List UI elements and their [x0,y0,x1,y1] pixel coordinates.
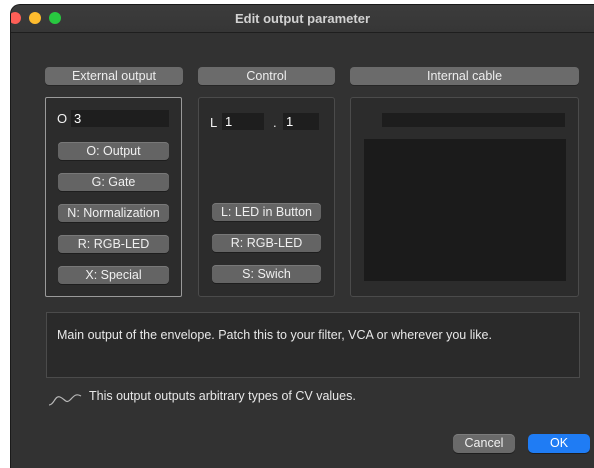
section-header-internal-cable: Internal cable [350,67,579,85]
internal-cable-name-field[interactable] [382,113,565,127]
control-rgb-led-type-button[interactable]: R: RGB-LED [212,234,321,252]
output-type-button[interactable]: O: Output [58,142,169,160]
internal-cable-list[interactable] [364,139,566,281]
description-text: Main output of the envelope. Patch this … [57,328,492,342]
control-number-value-1: 1 [225,114,233,129]
section-header-control: Control [198,67,335,85]
external-output-prefix: O [57,111,68,126]
normalization-type-button[interactable]: N: Normalization [58,204,169,222]
section-header-external-output: External output [45,67,183,85]
cancel-button[interactable]: Cancel [453,434,515,453]
dialog-window: Edit output parameter External output Co… [10,4,594,468]
special-type-button[interactable]: X: Special [58,266,169,284]
external-output-number-field[interactable]: 3 [71,110,169,127]
control-separator: . [273,115,277,130]
window-title: Edit output parameter [234,11,371,26]
control-number-value-2: 1 [286,114,294,129]
external-output-number-value: 3 [74,111,82,126]
control-prefix: L [210,115,218,130]
control-number-field-1[interactable]: 1 [222,113,264,130]
ok-button[interactable]: OK [528,434,590,453]
control-number-field-2[interactable]: 1 [283,113,319,130]
gate-type-button[interactable]: G: Gate [58,173,169,191]
led-in-button-type-button[interactable]: L: LED in Button [212,203,321,221]
title-bar: Edit output parameter [11,5,594,33]
switch-type-button[interactable]: S: Swich [212,265,321,283]
cv-wave-icon [48,394,82,406]
rgb-led-type-button[interactable]: R: RGB-LED [58,235,169,253]
description-box: Main output of the envelope. Patch this … [46,312,580,378]
cv-info-text: This output outputs arbitrary types of C… [89,389,356,403]
